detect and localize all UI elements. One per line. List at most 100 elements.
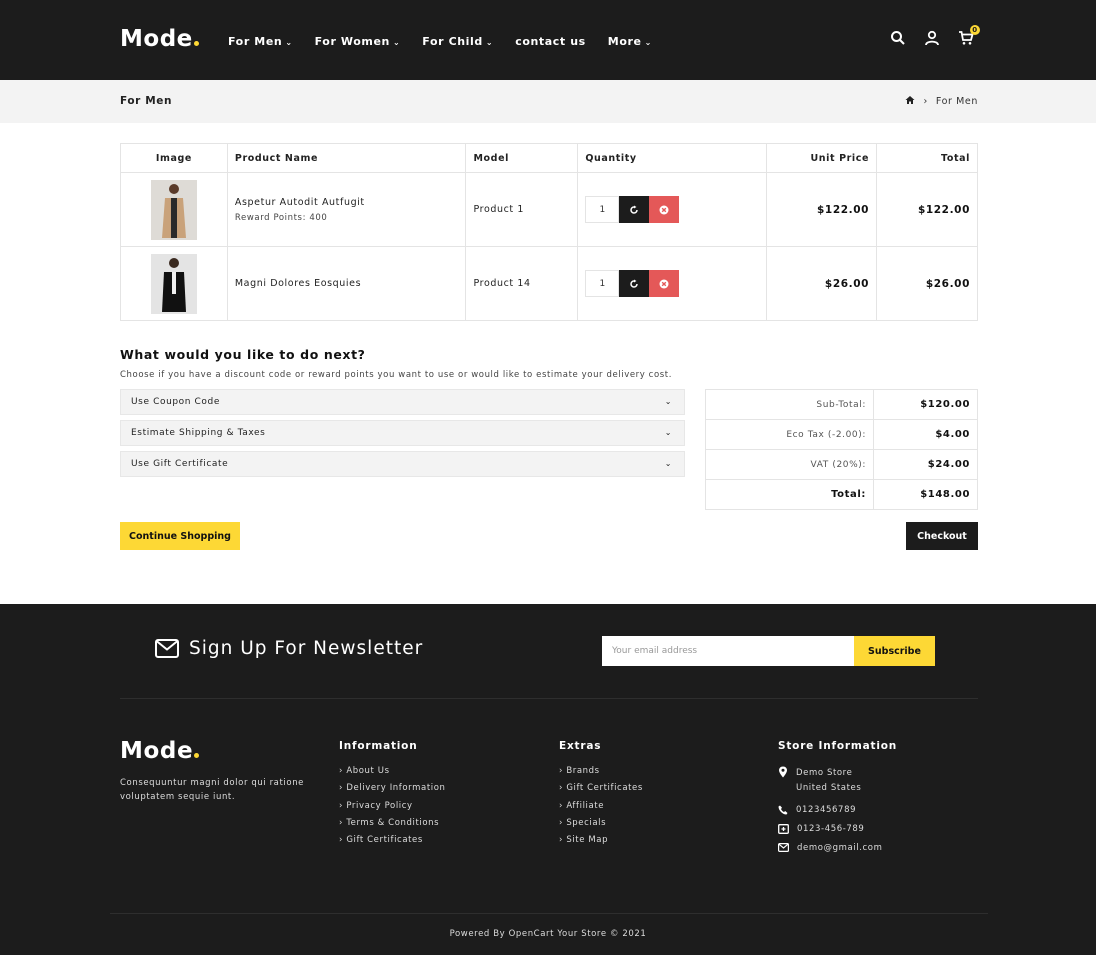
footer-link-affiliate[interactable]: › Affiliate <box>559 801 643 818</box>
totals-value: $4.00 <box>873 419 978 450</box>
product-name-link[interactable]: Aspetur Autodit Autfugit <box>235 197 459 208</box>
quantity-control <box>585 196 759 223</box>
footer-column-title: Extras <box>559 740 602 752</box>
breadcrumb: › For Men <box>905 95 978 108</box>
nav-item-for-women[interactable]: For Women ⌄ <box>315 35 401 48</box>
newsletter-title-text: Sign Up For Newsletter <box>189 638 424 659</box>
store-phone-number[interactable]: 0123456789 <box>796 805 856 815</box>
totals-row-grand: Total: $148.00 <box>705 479 978 510</box>
store-address-line2: United States <box>796 783 862 793</box>
quantity-input[interactable] <box>585 196 620 223</box>
footer-link-delivery-information[interactable]: › Delivery Information <box>339 783 446 800</box>
product-image[interactable] <box>150 253 197 314</box>
store-address: Demo Store United States <box>778 766 897 796</box>
quantity-input[interactable] <box>585 270 620 297</box>
totals-label: Eco Tax (-2.00): <box>705 419 874 450</box>
store-email-address[interactable]: demo@gmail.com <box>797 843 882 853</box>
remove-button[interactable] <box>649 270 680 297</box>
site-logo[interactable]: Mode <box>120 26 199 52</box>
nav-item-contact-us[interactable]: contact us <box>515 35 586 48</box>
footer-link-specials[interactable]: › Specials <box>559 818 643 835</box>
col-model: Model <box>465 143 579 173</box>
subscribe-button[interactable]: Subscribe <box>854 636 935 666</box>
product-model: Product 1 <box>465 172 579 247</box>
nav-item-for-child[interactable]: For Child ⌄ <box>422 35 493 48</box>
coupon-panel[interactable]: Use Coupon Code ⌄ <box>120 389 685 415</box>
update-button[interactable] <box>619 270 650 297</box>
cart-header-row: Image Product Name Model Quantity Unit P… <box>120 143 978 173</box>
breadcrumb-bar: For Men › For Men <box>0 80 1096 123</box>
totals-value: $120.00 <box>873 389 978 420</box>
main-nav: For Men ⌄ For Women ⌄ For Child ⌄ contact u… <box>228 35 652 48</box>
copyright-text: Powered By OpenCart Your Store © 2021 <box>449 929 647 939</box>
mail-icon <box>778 843 789 852</box>
fax-icon <box>778 824 789 834</box>
line-total: $122.00 <box>876 172 978 247</box>
totals-row: Eco Tax (-2.00): $4.00 <box>705 419 978 450</box>
store-phone: 0123456789 <box>778 805 897 815</box>
update-button[interactable] <box>619 196 650 223</box>
site-logo-text: Mode <box>120 26 193 52</box>
nav-item-more[interactable]: More ⌄ <box>608 35 652 48</box>
chevron-down-icon: ⌄ <box>664 459 672 468</box>
shipping-panel[interactable]: Estimate Shipping & Taxes ⌄ <box>120 420 685 446</box>
cart-table: Image Product Name Model Quantity Unit P… <box>120 143 978 321</box>
reward-points: Reward Points: 400 <box>234 212 328 223</box>
site-footer: Sign Up For Newsletter Subscribe Mode Co… <box>0 604 1096 955</box>
footer-column-title: Store Information <box>778 740 898 752</box>
next-steps-title: What would you like to do next? <box>120 347 366 362</box>
store-fax-number: 0123-456-789 <box>797 824 865 834</box>
home-icon[interactable] <box>905 95 915 108</box>
store-fax: 0123-456-789 <box>778 824 897 834</box>
gift-certificate-panel[interactable]: Use Gift Certificate ⌄ <box>120 451 685 477</box>
footer-divider <box>120 698 978 699</box>
cart-icon[interactable]: 0 <box>958 25 980 48</box>
continue-shopping-button[interactable]: Continue Shopping <box>120 522 240 550</box>
totals-label: VAT (20%): <box>705 449 874 480</box>
page-title: For Men <box>120 95 173 107</box>
footer-information: Information › About Us › Delivery Inform… <box>339 740 446 852</box>
nav-item-for-men[interactable]: For Men ⌄ <box>228 35 293 48</box>
header-icons: 0 <box>890 25 980 48</box>
footer-about-text: Consequuntur magni dolor qui ratione vol… <box>120 778 305 802</box>
newsletter-email-input[interactable] <box>602 636 854 666</box>
grand-total-value: $148.00 <box>873 479 978 510</box>
totals-table: Sub-Total: $120.00 Eco Tax (-2.00): $4.00 … <box>705 389 978 510</box>
col-unit-price: Unit Price <box>766 143 878 173</box>
panel-label: Estimate Shipping & Taxes <box>131 428 266 438</box>
nav-label: For Women <box>314 35 390 48</box>
panel-label: Use Gift Certificate <box>131 459 229 469</box>
footer-link-gift-certificates[interactable]: › Gift Certificates <box>559 783 643 800</box>
footer-link-privacy-policy[interactable]: › Privacy Policy <box>339 801 446 818</box>
search-icon[interactable] <box>890 30 906 48</box>
close-icon <box>659 205 669 214</box>
footer-link-terms-conditions[interactable]: › Terms & Conditions <box>339 818 446 835</box>
newsletter-title: Sign Up For Newsletter <box>155 638 423 659</box>
product-image[interactable] <box>150 179 197 240</box>
footer-logo[interactable]: Mode <box>120 738 200 764</box>
mail-icon <box>155 639 179 658</box>
chevron-down-icon: ⌄ <box>664 428 672 437</box>
store-email: demo@gmail.com <box>778 843 897 853</box>
footer-extras: Extras › Brands › Gift Certificates › Af… <box>559 740 643 852</box>
checkout-button[interactable]: Checkout <box>906 522 978 550</box>
table-row: Aspetur Autodit Autfugit Reward Points: … <box>120 172 978 247</box>
remove-button[interactable] <box>649 196 680 223</box>
chevron-down-icon: ⌄ <box>285 38 293 47</box>
user-icon[interactable] <box>924 30 940 48</box>
breadcrumb-current[interactable]: For Men <box>936 96 978 107</box>
footer-link-site-map[interactable]: › Site Map <box>559 835 643 852</box>
product-name-link[interactable]: Magni Dolores Eosquies <box>235 278 459 289</box>
unit-price: $122.00 <box>766 172 878 247</box>
quantity-control <box>585 270 759 297</box>
nav-label: For Men <box>228 35 283 48</box>
footer-link-about-us[interactable]: › About Us <box>339 766 446 783</box>
nav-label: More <box>607 35 642 48</box>
footer-link-brands[interactable]: › Brands <box>559 766 643 783</box>
site-header: Mode For Men ⌄ For Women ⌄ For Child ⌄ cont… <box>0 0 1096 80</box>
footer-link-gift-certificates[interactable]: › Gift Certificates <box>339 835 446 852</box>
line-total: $26.00 <box>876 246 978 321</box>
col-product-name: Product Name <box>226 143 467 173</box>
unit-price: $26.00 <box>766 246 878 321</box>
totals-label: Total: <box>705 479 874 510</box>
